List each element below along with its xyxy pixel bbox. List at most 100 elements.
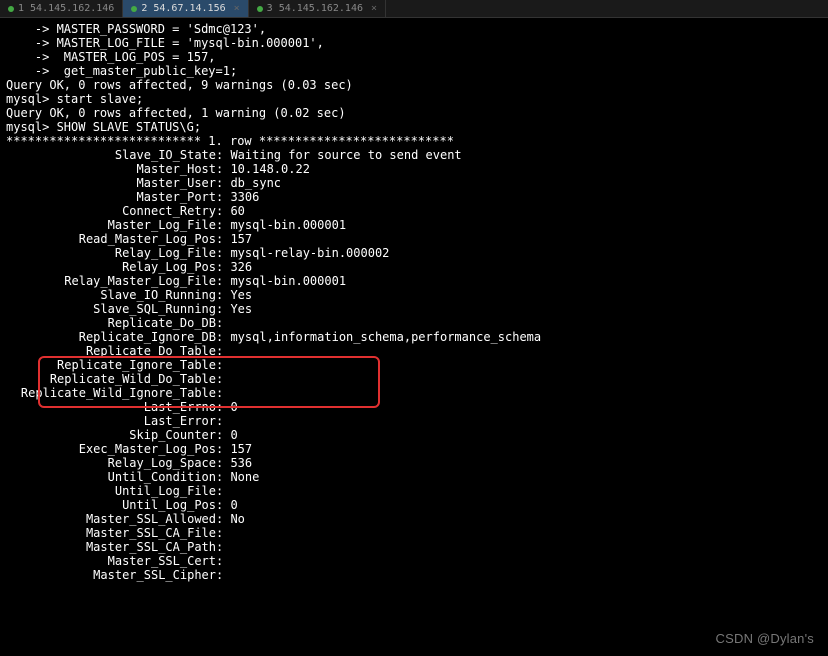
status-label: Until_Condition bbox=[6, 470, 216, 484]
status-value: 0 bbox=[230, 498, 237, 512]
status-row: Replicate_Wild_Ignore_Table bbox=[6, 386, 822, 400]
tab-bar: 1 54.145.162.146 2 54.67.14.156 × 3 54.1… bbox=[0, 0, 828, 18]
terminal-line: -> MASTER_LOG_POS = 157, bbox=[6, 50, 822, 64]
separator bbox=[216, 344, 230, 358]
separator bbox=[216, 162, 230, 176]
status-dot-icon bbox=[257, 6, 263, 12]
status-value: 3306 bbox=[230, 190, 259, 204]
close-icon[interactable]: × bbox=[234, 2, 240, 16]
status-value: 10.148.0.22 bbox=[230, 162, 309, 176]
status-label: Replicate_Wild_Do_Table bbox=[6, 372, 216, 386]
status-label: Replicate_Do_DB bbox=[6, 316, 216, 330]
separator bbox=[216, 218, 230, 232]
status-label: Master_Log_File bbox=[6, 218, 216, 232]
status-row: Relay_Log_Pos 326 bbox=[6, 260, 822, 274]
separator bbox=[216, 232, 230, 246]
status-label: Read_Master_Log_Pos bbox=[6, 232, 216, 246]
separator bbox=[216, 498, 230, 512]
separator bbox=[216, 246, 230, 260]
status-label: Master_SSL_Cert bbox=[6, 554, 216, 568]
status-value: No bbox=[230, 512, 244, 526]
status-row: Master_Host 10.148.0.22 bbox=[6, 162, 822, 176]
status-value: mysql-bin.000001 bbox=[230, 218, 346, 232]
tab-label: 2 54.67.14.156 bbox=[141, 2, 225, 16]
status-value: Yes bbox=[230, 302, 252, 316]
separator bbox=[216, 484, 230, 498]
status-label: Until_Log_File bbox=[6, 484, 216, 498]
status-label: Relay_Log_Space bbox=[6, 456, 216, 470]
status-value: db_sync bbox=[230, 176, 281, 190]
separator bbox=[216, 428, 230, 442]
status-value: None bbox=[230, 470, 259, 484]
terminal-line: mysql> start slave; bbox=[6, 92, 822, 106]
status-row: Connect_Retry 60 bbox=[6, 204, 822, 218]
tab-1[interactable]: 1 54.145.162.146 bbox=[0, 0, 123, 17]
status-row: Relay_Log_Space 536 bbox=[6, 456, 822, 470]
separator bbox=[216, 204, 230, 218]
status-label: Master_Host bbox=[6, 162, 216, 176]
status-row: Replicate_Wild_Do_Table bbox=[6, 372, 822, 386]
separator bbox=[216, 316, 230, 330]
status-row: Master_SSL_CA_Path bbox=[6, 540, 822, 554]
status-label: Slave_IO_Running bbox=[6, 288, 216, 302]
separator bbox=[216, 372, 230, 386]
separator bbox=[216, 526, 230, 540]
status-dot-icon bbox=[131, 6, 137, 12]
status-row: Relay_Master_Log_Filemysql-bin.000001 bbox=[6, 274, 822, 288]
status-row: Replicate_Do_DB bbox=[6, 316, 822, 330]
terminal-line: -> MASTER_LOG_FILE = 'mysql-bin.000001', bbox=[6, 36, 822, 50]
separator bbox=[216, 540, 230, 554]
status-value: mysql-bin.000001 bbox=[230, 274, 346, 288]
status-label: Last_Errno bbox=[6, 400, 216, 414]
status-label: Master_SSL_CA_Path bbox=[6, 540, 216, 554]
status-row: Master_SSL_Cert bbox=[6, 554, 822, 568]
status-label: Connect_Retry bbox=[6, 204, 216, 218]
status-value: 157 bbox=[230, 442, 252, 456]
tab-2[interactable]: 2 54.67.14.156 × bbox=[123, 0, 248, 17]
tab-label: 3 54.145.162.146 bbox=[267, 2, 363, 16]
close-icon[interactable]: × bbox=[371, 2, 377, 16]
status-row: Slave_IO_Running Yes bbox=[6, 288, 822, 302]
separator bbox=[216, 414, 230, 428]
separator bbox=[216, 176, 230, 190]
terminal-line: *************************** 1. row *****… bbox=[6, 134, 822, 148]
status-label: Master_User bbox=[6, 176, 216, 190]
status-label: Master_Port bbox=[6, 190, 216, 204]
status-row: Until_Log_File bbox=[6, 484, 822, 498]
status-value: Yes bbox=[230, 288, 252, 302]
status-label: Master_SSL_CA_File bbox=[6, 526, 216, 540]
status-row: Replicate_Do_Table bbox=[6, 344, 822, 358]
status-label: Master_SSL_Allowed bbox=[6, 512, 216, 526]
terminal-output[interactable]: -> MASTER_PASSWORD = 'Sdmc@123', -> MAST… bbox=[0, 18, 828, 586]
separator bbox=[216, 554, 230, 568]
status-label: Master_SSL_Cipher bbox=[6, 568, 216, 582]
tab-3[interactable]: 3 54.145.162.146 × bbox=[249, 0, 386, 17]
terminal-line: -> get_master_public_key=1; bbox=[6, 64, 822, 78]
status-value: 326 bbox=[230, 260, 252, 274]
status-label: Relay_Log_Pos bbox=[6, 260, 216, 274]
status-label: Replicate_Ignore_Table bbox=[6, 358, 216, 372]
status-label: Replicate_Ignore_DB bbox=[6, 330, 216, 344]
status-row: Last_Error bbox=[6, 414, 822, 428]
separator bbox=[216, 330, 230, 344]
separator bbox=[216, 456, 230, 470]
status-row: Slave_IO_StateWaiting for source to send… bbox=[6, 148, 822, 162]
status-row: Slave_SQL_RunningYes bbox=[6, 302, 822, 316]
status-label: Slave_IO_State bbox=[6, 148, 216, 162]
status-label: Exec_Master_Log_Pos bbox=[6, 442, 216, 456]
status-label: Replicate_Wild_Ignore_Table bbox=[6, 386, 216, 400]
terminal-line: mysql> SHOW SLAVE STATUS\G; bbox=[6, 120, 822, 134]
status-row: Until_Condition None bbox=[6, 470, 822, 484]
status-row: Last_Errno0 bbox=[6, 400, 822, 414]
separator bbox=[216, 274, 230, 288]
separator bbox=[216, 190, 230, 204]
tab-label: 1 54.145.162.146 bbox=[18, 2, 114, 16]
status-value: mysql-relay-bin.000002 bbox=[230, 246, 389, 260]
separator bbox=[216, 386, 230, 400]
status-row: Master_SSL_Allowed No bbox=[6, 512, 822, 526]
status-value: 60 bbox=[230, 204, 244, 218]
status-value: 536 bbox=[230, 456, 252, 470]
status-value: mysql,information_schema,performance_sch… bbox=[230, 330, 541, 344]
separator bbox=[216, 358, 230, 372]
terminal-line: Query OK, 0 rows affected, 1 warning (0.… bbox=[6, 106, 822, 120]
